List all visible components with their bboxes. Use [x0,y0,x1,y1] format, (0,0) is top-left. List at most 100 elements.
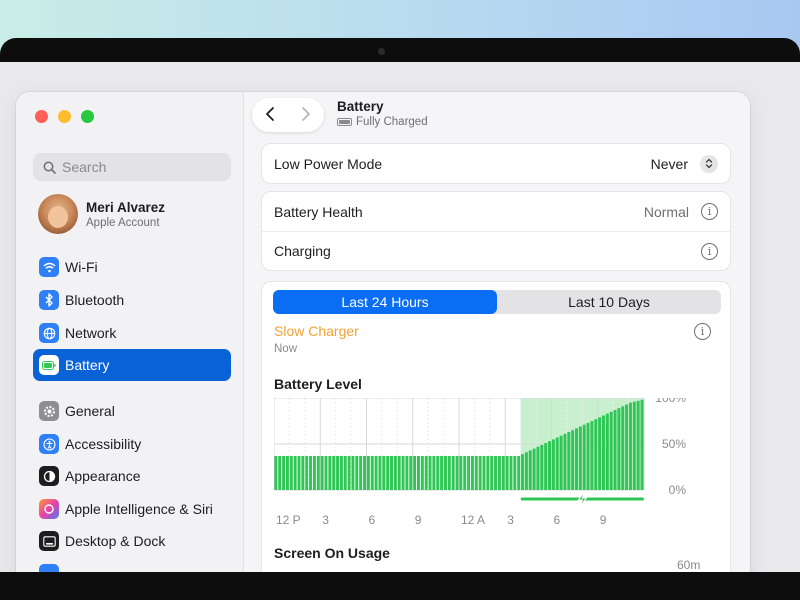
info-icon[interactable]: i [694,323,711,340]
battery-level-bar [424,455,428,490]
battery-level-bar [621,406,625,490]
search-placeholder: Search [62,159,107,175]
battery-level-bar [420,455,424,490]
battery-level-bar [575,428,578,490]
battery-level-bar [301,455,305,490]
battery-level-bar [355,455,359,490]
network-icon [39,323,59,343]
close-window-button[interactable] [35,110,48,123]
y-tick-label: 100% [655,398,686,405]
search-input[interactable]: Search [33,153,231,181]
battery-level-bar [339,455,343,490]
battery-level-bar [497,455,501,490]
sidebar-item-label: Battery [65,357,110,373]
sidebar-item-desktop-dock[interactable]: Desktop & Dock [33,525,231,557]
low-power-card: Low Power Mode Never [261,143,731,184]
slow-charger-time: Now [274,343,298,355]
battery-level-bar [559,435,563,490]
account-name: Meri Alvarez [86,199,166,215]
usage-card: Last 24 Hours Last 10 Days Slow Charger … [261,281,731,572]
display-icon [39,564,59,572]
battery-level-bar [336,455,340,490]
battery-level-bar [640,399,644,490]
battery-level-bar [455,455,459,490]
charging-bolt-icon [577,491,588,507]
sidebar-item-bluetooth[interactable]: Bluetooth [33,284,231,316]
battery-level-bar [636,400,640,490]
sidebar-item-network[interactable]: Network [33,317,231,349]
battery-level-bar [470,455,474,490]
battery-level-bar [443,455,447,490]
sidebar-item-label: Desktop & Dock [65,533,166,549]
battery-level-bar [598,417,602,490]
tab-last-10-days[interactable]: Last 10 Days [497,290,721,314]
battery-level-bar [440,455,444,490]
battery-level-bar [544,443,548,490]
battery-level-bar [528,450,532,490]
battery-level-bar [324,455,328,490]
forward-button[interactable] [301,106,311,125]
battery-level-bar [563,433,567,490]
battery-level-bar [374,455,378,490]
battery-level-bar [463,455,467,490]
battery-level-title: Battery Level [274,376,362,392]
x-tick-label: 3 [507,513,514,527]
back-button[interactable] [265,106,275,125]
sidebar-item-battery[interactable]: Battery [33,349,231,381]
battery-level-bar [297,455,301,490]
battery-level-bar [332,455,336,490]
info-icon[interactable]: i [701,203,718,220]
battery-level-bar [517,455,521,490]
battery-level-bar [509,455,513,490]
info-icon[interactable]: i [701,242,718,260]
zoom-window-button[interactable] [81,110,94,123]
battery-level-bar [632,401,636,490]
apple-account[interactable]: Meri Alvarez Apple Account [38,194,165,234]
low-power-popup[interactable]: Never [651,154,718,173]
battery-level-bar [401,455,405,490]
battery-level-bar [521,454,525,490]
sidebar-item-wifi[interactable]: Wi-Fi [33,251,231,283]
battery-level-bar [289,455,293,490]
battery-level-bar [478,455,482,490]
bluetooth-icon [39,290,59,310]
battery-level-bar [590,421,594,490]
battery-level-bar [467,455,471,490]
battery-level-bar [432,455,436,490]
battery-level-bar [316,455,320,490]
battery-level-bar [359,455,363,490]
battery-level-bar [536,446,540,490]
battery-level-bar [293,455,297,490]
battery-level-bar [548,441,551,490]
battery-level-bar [582,424,586,490]
sidebar-item-accessibility[interactable]: Accessibility [33,428,231,460]
time-range-segmented-control: Last 24 Hours Last 10 Days [273,290,721,314]
wifi-icon [39,257,59,277]
sidebar-item-label: General [65,403,115,419]
screen: Search Meri Alvarez Apple Account Wi-Fi [0,62,800,572]
battery-level-bar [428,455,432,490]
battery-level-bar [505,455,509,490]
battery-level-bar [524,452,528,490]
search-icon [43,161,56,174]
battery-level-bar [386,455,390,490]
battery-level-bar [405,455,409,490]
sidebar-item-label: Wi-Fi [65,259,98,275]
battery-level-bar [274,455,278,490]
battery-level-bar [625,404,629,490]
x-tick-label: 3 [322,513,329,527]
sidebar-item-apple-intelligence-siri[interactable]: Apple Intelligence & Siri [33,493,231,525]
battery-icon [39,355,59,375]
battery-health-label: Battery Health [274,203,363,220]
sidebar-item-general[interactable]: General [33,395,231,427]
tab-last-24-hours[interactable]: Last 24 Hours [273,290,497,314]
battery-level-bar [555,437,559,490]
battery-status-text: Fully Charged [356,116,428,128]
minimize-window-button[interactable] [58,110,71,123]
battery-level-bar [312,455,316,490]
battery-level-bar [501,455,505,490]
sidebar-item-next[interactable] [33,558,231,572]
battery-level-bar [436,455,440,490]
battery-level-bar [409,455,413,490]
sidebar-item-appearance[interactable]: Appearance [33,460,231,492]
